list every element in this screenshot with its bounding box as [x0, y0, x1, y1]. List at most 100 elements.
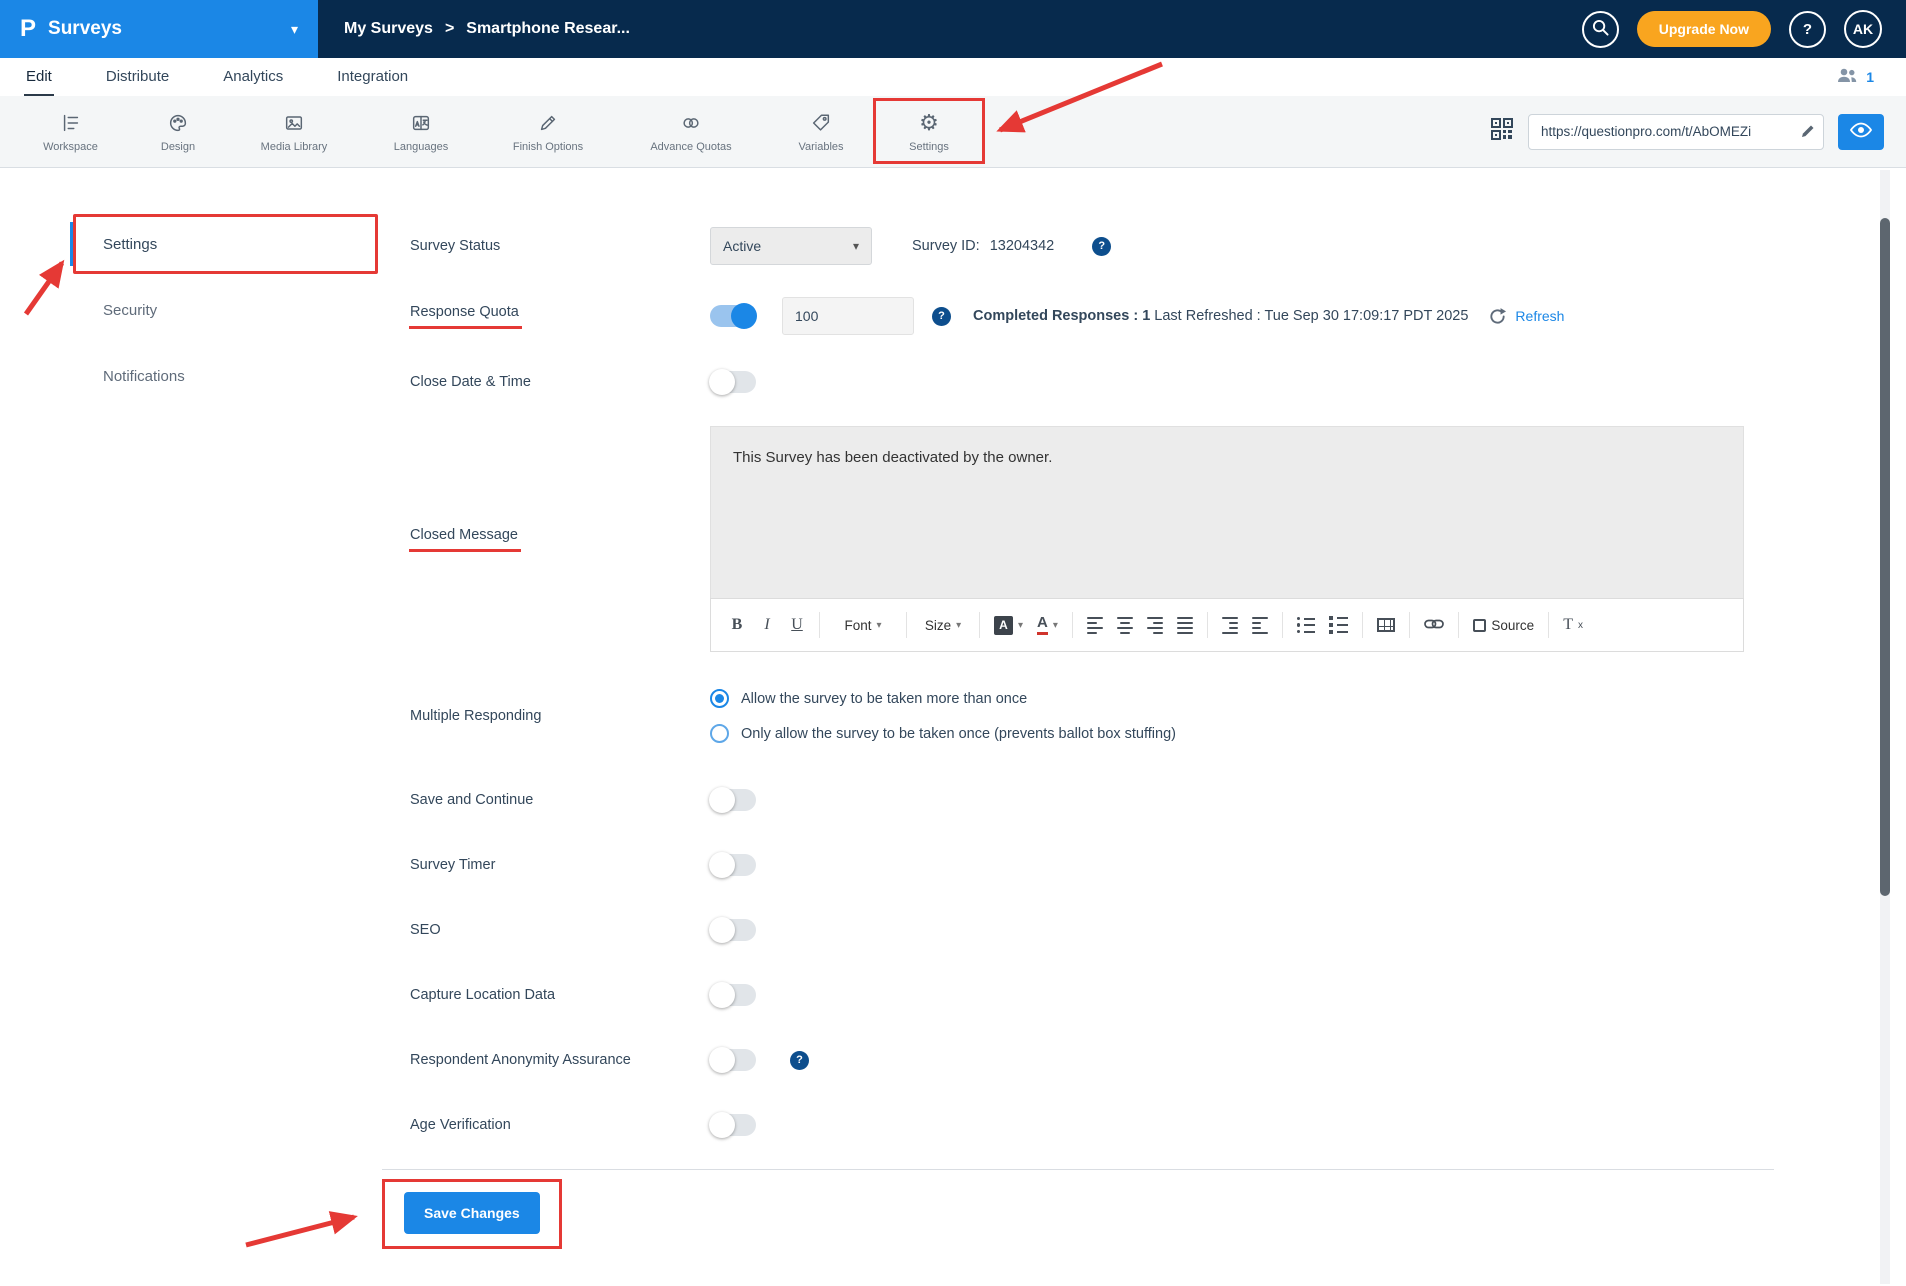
- form-row-respondent-anonymity: Respondent Anonymity Assurance ?: [410, 1040, 1774, 1080]
- toolbar-item-design[interactable]: Design: [137, 96, 219, 167]
- sidebar-item-label: Settings: [103, 236, 157, 253]
- toolbar-item-media-library[interactable]: Media Library: [233, 96, 355, 167]
- source-icon: [1473, 619, 1486, 632]
- toolbar-item-label: Design: [161, 141, 195, 153]
- survey-status-select[interactable]: Active ▾: [710, 227, 872, 265]
- breadcrumb-separator: >: [445, 20, 454, 38]
- search-icon: [1592, 19, 1609, 40]
- top-navbar: P Surveys ▾ My Surveys > Smartphone Rese…: [0, 0, 1906, 58]
- link-button[interactable]: [1418, 608, 1450, 642]
- search-button[interactable]: [1582, 11, 1619, 48]
- toolbar-item-label: Finish Options: [513, 141, 583, 153]
- toolbar-item-finish-options[interactable]: Finish Options: [487, 96, 609, 167]
- settings-page: Settings Security Notifications Survey S…: [0, 168, 1906, 1286]
- radio-option-multiple-allowed[interactable]: Allow the survey to be taken more than o…: [710, 689, 1176, 708]
- toolbar-separator: [1458, 612, 1459, 638]
- last-refreshed-text: Last Refreshed : Tue Sep 30 17:09:17 PDT…: [1154, 308, 1468, 324]
- text-color-button[interactable]: A ▾: [988, 608, 1029, 642]
- toolbar-item-workspace[interactable]: Workspace: [18, 96, 123, 167]
- collaborators-icon[interactable]: [1836, 66, 1858, 89]
- toolbar-item-label: Workspace: [43, 141, 98, 153]
- toolbar-item-label: Media Library: [261, 141, 328, 153]
- tab-analytics[interactable]: Analytics: [221, 58, 285, 96]
- size-select[interactable]: Size ▾: [915, 608, 971, 642]
- chevron-down-icon: ▾: [853, 239, 859, 253]
- preview-survey-button[interactable]: [1838, 114, 1884, 150]
- toolbar-item-advance-quotas[interactable]: Advance Quotas: [623, 96, 759, 167]
- seo-toggle[interactable]: [710, 919, 756, 941]
- toolbar-item-languages[interactable]: Languages: [369, 96, 473, 167]
- radio-option-once-only[interactable]: Only allow the survey to be taken once (…: [710, 724, 1176, 743]
- response-quota-input[interactable]: [782, 297, 914, 335]
- sidebar-item-security[interactable]: Security: [70, 288, 382, 332]
- finish-options-icon: [537, 111, 559, 135]
- align-right-button[interactable]: [1141, 608, 1169, 642]
- settings-form: Survey Status Active ▾ Survey ID: 132043…: [382, 168, 1774, 1234]
- align-left-button[interactable]: [1081, 608, 1109, 642]
- form-row-seo: SEO: [410, 910, 1774, 950]
- age-verification-toggle[interactable]: [710, 1114, 756, 1136]
- advance-quotas-icon: [680, 111, 702, 135]
- help-button[interactable]: ?: [1789, 11, 1826, 48]
- background-color-button[interactable]: A ▾: [1031, 608, 1064, 642]
- tab-integration[interactable]: Integration: [335, 58, 410, 96]
- survey-url-input[interactable]: [1528, 114, 1824, 150]
- refresh-icon[interactable]: [1488, 307, 1507, 326]
- bulleted-list-button[interactable]: [1291, 608, 1322, 642]
- underline-button[interactable]: U: [783, 608, 811, 642]
- sidebar-item-settings[interactable]: Settings: [70, 222, 382, 266]
- rich-text-toolbar: B I U Font ▾ Size ▾ A: [710, 598, 1744, 652]
- edit-url-button[interactable]: [1800, 123, 1816, 142]
- indent-button[interactable]: [1216, 608, 1244, 642]
- table-button[interactable]: [1371, 608, 1401, 642]
- italic-button[interactable]: I: [753, 608, 781, 642]
- active-accent-bar: [70, 222, 75, 266]
- refresh-link[interactable]: Refresh: [1515, 308, 1564, 324]
- settings-sidebar: Settings Security Notifications: [70, 222, 382, 420]
- font-select[interactable]: Font ▾: [828, 608, 898, 642]
- toolbar-item-variables[interactable]: Variables: [773, 96, 869, 167]
- questionpro-logo-icon: P: [20, 17, 36, 41]
- bold-button[interactable]: B: [723, 608, 751, 642]
- save-and-continue-toggle[interactable]: [710, 789, 756, 811]
- tab-edit[interactable]: Edit: [24, 58, 54, 96]
- toolbar-separator: [979, 612, 980, 638]
- vertical-scrollbar-track[interactable]: [1880, 170, 1890, 1284]
- breadcrumb-my-surveys[interactable]: My Surveys: [344, 20, 433, 38]
- align-justify-button[interactable]: [1171, 608, 1199, 642]
- numbered-list-button[interactable]: [1323, 608, 1354, 642]
- tab-distribute[interactable]: Distribute: [104, 58, 171, 96]
- toolbar-item-label: Settings: [909, 141, 949, 153]
- response-quota-toggle[interactable]: [710, 305, 756, 327]
- app-switcher[interactable]: P Surveys ▾: [0, 0, 318, 58]
- help-icon[interactable]: ?: [790, 1051, 809, 1070]
- toolbar-item-settings[interactable]: ⚙ Settings: [883, 96, 975, 167]
- remove-format-button[interactable]: Tx: [1557, 608, 1589, 642]
- form-row-save-and-continue: Save and Continue: [410, 780, 1774, 820]
- completed-responses-text: Completed Responses : 1: [973, 308, 1150, 324]
- save-and-continue-label: Save and Continue: [410, 792, 710, 808]
- capture-location-toggle[interactable]: [710, 984, 756, 1006]
- align-right-icon: [1147, 617, 1163, 634]
- help-icon[interactable]: ?: [932, 307, 951, 326]
- chevron-down-icon: ▾: [1053, 620, 1058, 631]
- close-date-toggle[interactable]: [710, 371, 756, 393]
- languages-icon: [410, 111, 432, 135]
- survey-timer-toggle[interactable]: [710, 854, 756, 876]
- upgrade-now-button[interactable]: Upgrade Now: [1637, 11, 1771, 47]
- toolbar-separator: [1072, 612, 1073, 638]
- source-button[interactable]: Source: [1467, 608, 1540, 642]
- toolbar-separator: [1548, 612, 1549, 638]
- avatar[interactable]: AK: [1844, 10, 1882, 48]
- closed-message-textarea[interactable]: This Survey has been deactivated by the …: [710, 426, 1744, 598]
- bulleted-list-icon: [1297, 617, 1316, 634]
- chevron-down-icon: ▾: [876, 620, 881, 631]
- help-icon[interactable]: ?: [1092, 237, 1111, 256]
- outdent-button[interactable]: [1246, 608, 1274, 642]
- respondent-anonymity-toggle[interactable]: [710, 1049, 756, 1071]
- qr-code-icon[interactable]: [1490, 117, 1514, 146]
- save-changes-button[interactable]: Save Changes: [404, 1192, 540, 1234]
- align-center-button[interactable]: [1111, 608, 1139, 642]
- sidebar-item-notifications[interactable]: Notifications: [70, 354, 382, 398]
- vertical-scrollbar-thumb[interactable]: [1880, 218, 1890, 896]
